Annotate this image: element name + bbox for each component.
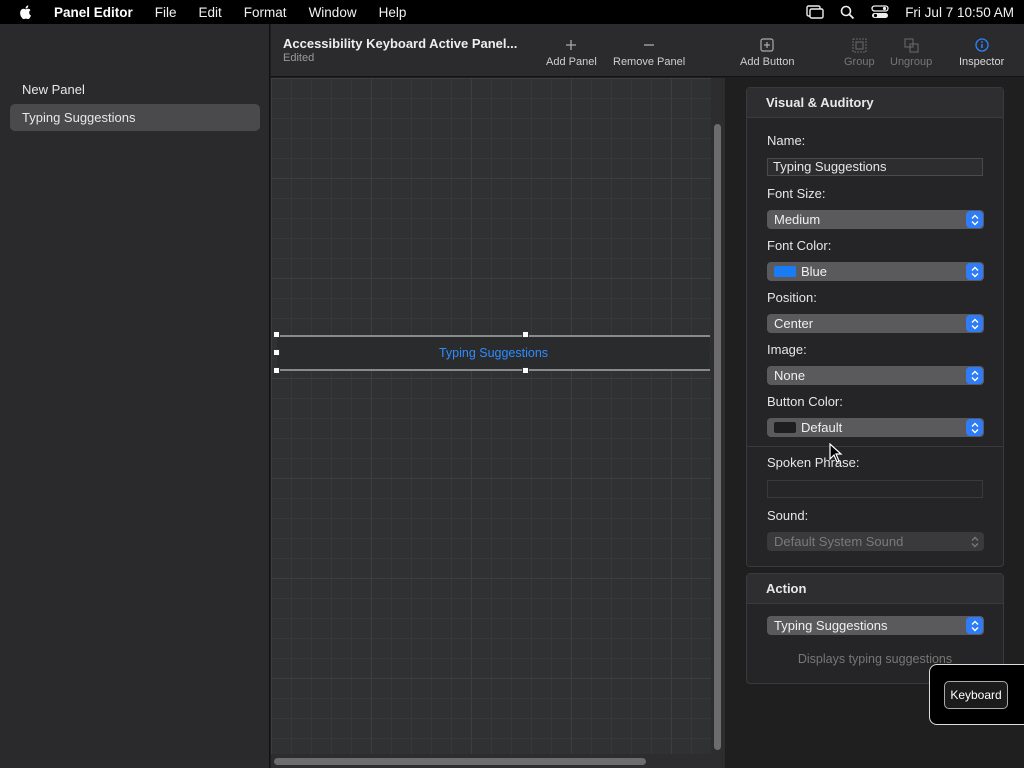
button-color-swatch bbox=[774, 422, 796, 433]
sound-label: Sound: bbox=[767, 508, 809, 523]
inspector-button[interactable]: Inspector bbox=[959, 34, 1004, 68]
spoken-phrase-field[interactable] bbox=[767, 480, 983, 498]
chevron-up-down-icon bbox=[966, 533, 983, 550]
resize-handle-bottom-left[interactable] bbox=[273, 367, 280, 374]
section-divider bbox=[747, 446, 1003, 447]
document-status: Edited bbox=[283, 52, 315, 64]
font-color-label: Font Color: bbox=[767, 238, 832, 253]
remove-panel-label: Remove Panel bbox=[613, 56, 686, 68]
name-label: Name: bbox=[767, 133, 806, 148]
button-color-popup[interactable]: Default bbox=[767, 418, 984, 437]
sidebar-item-new-panel[interactable]: New Panel bbox=[10, 76, 260, 103]
mouse-pointer-icon bbox=[829, 443, 843, 463]
menu-file[interactable]: File bbox=[155, 5, 177, 20]
ungroup-label: Ungroup bbox=[890, 56, 933, 68]
chevron-up-down-icon bbox=[966, 263, 983, 280]
chevron-up-down-icon bbox=[966, 367, 983, 384]
document-title: Accessibility Keyboard Active Panel... bbox=[283, 36, 518, 51]
image-value: None bbox=[774, 368, 806, 383]
chevron-up-down-icon bbox=[966, 419, 983, 436]
add-button-button[interactable]: Add Button bbox=[740, 34, 794, 68]
group-label: Group bbox=[844, 56, 875, 68]
chevron-up-down-icon bbox=[966, 315, 983, 332]
horizontal-scroll-thumb[interactable] bbox=[274, 758, 646, 765]
menu-window[interactable]: Window bbox=[309, 5, 357, 20]
image-label: Image: bbox=[767, 342, 807, 357]
resize-handle-left[interactable] bbox=[273, 349, 280, 356]
resize-handle-top-left[interactable] bbox=[273, 331, 280, 338]
remove-panel-button[interactable]: Remove Panel bbox=[613, 34, 685, 68]
action-value: Typing Suggestions bbox=[774, 618, 888, 633]
resize-handle-top[interactable] bbox=[522, 331, 529, 338]
section-header: Action bbox=[747, 574, 1003, 604]
section-header: Visual & Auditory bbox=[747, 88, 1003, 118]
font-size-popup[interactable]: Medium bbox=[767, 210, 984, 229]
inspector-label: Inspector bbox=[959, 56, 1005, 68]
position-value: Center bbox=[774, 316, 814, 331]
vertical-scroll-thumb[interactable] bbox=[714, 124, 721, 750]
menu-help[interactable]: Help bbox=[379, 5, 407, 20]
button-color-label: Button Color: bbox=[767, 394, 843, 409]
plus-icon bbox=[565, 34, 577, 56]
add-button-icon bbox=[760, 34, 774, 56]
spotlight-search-icon[interactable] bbox=[840, 5, 855, 20]
font-color-popup[interactable]: Blue bbox=[767, 262, 984, 281]
menu-extras: Fri Jul 7 10:50 AM bbox=[806, 5, 1014, 20]
sidebar-item-typing-suggestions[interactable]: Typing Suggestions bbox=[10, 104, 260, 131]
font-size-label: Font Size: bbox=[767, 186, 826, 201]
sidebar-item-label: Typing Suggestions bbox=[22, 110, 136, 125]
menu-bar: Panel Editor File Edit Format Window Hel… bbox=[0, 0, 1024, 24]
ungroup-icon bbox=[904, 34, 919, 56]
canvas-button-label: Typing Suggestions bbox=[438, 346, 549, 360]
app-name-menu[interactable]: Panel Editor bbox=[54, 5, 133, 20]
position-label: Position: bbox=[767, 290, 817, 305]
font-color-swatch bbox=[774, 266, 796, 277]
control-center-icon[interactable] bbox=[871, 5, 889, 19]
chevron-up-down-icon bbox=[966, 211, 983, 228]
window-toolbar: Accessibility Keyboard Active Panel... E… bbox=[271, 24, 1024, 77]
position-popup[interactable]: Center bbox=[767, 314, 984, 333]
spoken-phrase-label: Spoken Phrase: bbox=[767, 455, 860, 470]
info-icon bbox=[974, 34, 989, 56]
group-button[interactable]: Group bbox=[844, 34, 875, 68]
canvas-panel-button[interactable]: Typing Suggestions bbox=[277, 335, 710, 371]
button-color-value: Default bbox=[801, 420, 843, 435]
sound-popup[interactable]: Default System Sound bbox=[767, 532, 984, 551]
minus-icon bbox=[643, 34, 655, 56]
name-field[interactable]: Typing Suggestions bbox=[767, 158, 983, 176]
image-popup[interactable]: None bbox=[767, 366, 984, 385]
font-size-value: Medium bbox=[774, 212, 821, 227]
screen-mirroring-icon[interactable] bbox=[806, 5, 824, 19]
sound-value: Default System Sound bbox=[774, 534, 904, 549]
visual-auditory-section: Visual & Auditory Name: Typing Suggestio… bbox=[746, 87, 1004, 567]
menu-clock[interactable]: Fri Jul 7 10:50 AM bbox=[905, 5, 1014, 20]
font-color-value: Blue bbox=[801, 264, 828, 279]
action-popup[interactable]: Typing Suggestions bbox=[767, 616, 984, 635]
ungroup-button[interactable]: Ungroup bbox=[890, 34, 932, 68]
add-button-label: Add Button bbox=[740, 56, 795, 68]
chevron-up-down-icon bbox=[966, 617, 983, 634]
add-panel-button[interactable]: Add Panel bbox=[546, 34, 597, 68]
resize-handle-bottom[interactable] bbox=[522, 367, 529, 374]
sidebar-item-label: New Panel bbox=[22, 82, 85, 97]
menu-edit[interactable]: Edit bbox=[199, 5, 222, 20]
panel-canvas[interactable] bbox=[271, 78, 711, 754]
keyboard-button[interactable]: Keyboard bbox=[944, 681, 1008, 709]
apple-icon[interactable] bbox=[18, 4, 34, 20]
panel-sidebar: New Panel Typing Suggestions bbox=[0, 24, 270, 768]
group-icon bbox=[852, 34, 867, 56]
menu-format[interactable]: Format bbox=[244, 5, 287, 20]
add-panel-label: Add Panel bbox=[546, 56, 597, 68]
accessibility-keyboard-hud: Keyboard bbox=[929, 664, 1024, 725]
